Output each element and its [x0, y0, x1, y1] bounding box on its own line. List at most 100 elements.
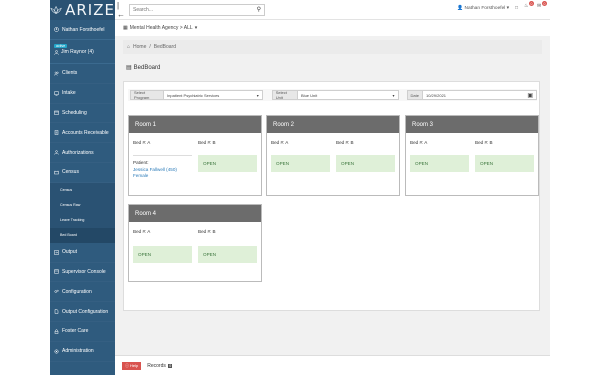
bed-open-status[interactable]: OPEN — [198, 246, 257, 263]
topbar: |← ⚲ 👤 Nathan Forsthoefel ▾ □ ♨ 0 ✉ 0 — [115, 0, 550, 20]
bed-open-status[interactable]: OPEN — [410, 155, 469, 172]
bed-open-status[interactable]: OPEN — [271, 155, 330, 172]
records-tab[interactable]: Records 0 — [147, 362, 173, 369]
date-input[interactable]: 10/29/2021 ▣ — [423, 90, 537, 100]
sidebar-item-clients[interactable]: Clients — [50, 64, 115, 84]
room-card: Room 3 Bed #: A OPEN Bed #: B OPEN — [405, 115, 539, 196]
notifications-button[interactable]: ♨ 0 — [524, 1, 534, 12]
help-button[interactable]: ⓘ Help — [122, 361, 142, 370]
sidebar-item-label: Intake — [62, 90, 76, 97]
sidebar-item-scheduling[interactable]: Scheduling — [50, 104, 115, 124]
bed-slot[interactable]: Bed #: B OPEN — [198, 225, 257, 263]
search-icon[interactable]: ⚲ — [257, 6, 261, 13]
bed-slot[interactable]: Bed #: B OPEN — [475, 136, 534, 172]
date-filter[interactable]: Date 10/29/2021 ▣ — [406, 90, 537, 100]
message-icon: ✉ — [537, 4, 542, 9]
console-icon — [54, 269, 59, 274]
room-name: Room 2 — [273, 121, 295, 128]
breadcrumb-separator: / — [149, 44, 151, 50]
bed-slot[interactable]: Bed #: A OPEN — [271, 136, 330, 172]
sidebar-item-output-configuration[interactable]: Output Configuration — [50, 302, 115, 322]
home-icon: ⌂ — [127, 44, 131, 50]
program-select[interactable]: Inpatient Psychiatric Services ▾ — [164, 90, 263, 100]
building-icon: ▦ — [123, 25, 128, 31]
unit-filter-label: Select Unit — [271, 90, 299, 100]
sidebar-item-authorizations[interactable]: Authorizations — [50, 143, 115, 163]
bed-slot[interactable]: Bed #: A Patient: Jessica Fallwell (450)… — [133, 136, 192, 180]
bed-slot[interactable]: Bed #: B OPEN — [198, 136, 257, 180]
breadcrumb-home[interactable]: Home — [133, 44, 146, 50]
patient-gender: Female — [133, 173, 149, 178]
bed-occupant: Patient: Jessica Fallwell (450) Female — [133, 155, 192, 180]
sidebar-item-foster-care[interactable]: Foster Care — [50, 322, 115, 342]
agency-label: Mental Health Agency > ALL — [129, 25, 193, 31]
sidebar-item-accounts-receivable[interactable]: Accounts Receivable — [50, 123, 115, 144]
sidebar-item-census[interactable]: Census — [50, 163, 115, 183]
sidebar-item-administration[interactable]: Administration — [50, 342, 115, 362]
sidebar-subitem-leave-tracking[interactable]: Leave Tracking — [50, 212, 115, 228]
records-label: Records — [147, 362, 166, 369]
sidebar-subitem-census[interactable]: Census — [50, 182, 115, 198]
bed-slot[interactable]: Bed #: A OPEN — [410, 136, 469, 172]
sidebar-subitem-bed-board[interactable]: Bed Board — [50, 227, 115, 243]
main-content: ▦ Mental Health Agency > ALL ▾ ⌂ Home / … — [115, 20, 550, 375]
user-icon — [54, 49, 59, 55]
sidebar-item-label: Scheduling — [62, 109, 87, 116]
sidebar-subitem-census-raw[interactable]: Census Raw — [50, 197, 115, 213]
person-icon: 👤 — [457, 5, 464, 11]
caret-down-icon: ▾ — [392, 92, 395, 98]
bed-label: Bed #: A — [410, 139, 428, 145]
search-input[interactable] — [133, 6, 257, 13]
bed-slot[interactable]: Bed #: B OPEN — [336, 136, 395, 172]
help-label: Help — [130, 363, 139, 368]
bed-open-status[interactable]: OPEN — [336, 155, 395, 172]
bell-icon: ♨ — [524, 4, 529, 9]
sidebar-item-output[interactable]: Output — [50, 243, 115, 263]
bed-slot[interactable]: Bed #: A OPEN — [133, 225, 192, 263]
breadcrumb: ⌂ Home / BedBoard — [123, 40, 542, 54]
bed-open-status[interactable]: OPEN — [198, 155, 257, 172]
program-filter[interactable]: Select Program Inpatient Psychiatric Ser… — [130, 90, 263, 100]
date-filter-label: Date — [406, 90, 423, 100]
sidebar-item-label: Output — [62, 249, 78, 256]
page-title: ▤ BedBoard — [126, 64, 550, 72]
room-name: Room 4 — [135, 210, 157, 217]
user-menu-name: Nathan Forsthoefel — [464, 5, 506, 11]
unit-filter[interactable]: Select Unit Blue Unit ▾ — [271, 90, 399, 100]
bed-label: Bed #: A — [133, 139, 151, 145]
bed-label: Bed #: B — [198, 139, 216, 145]
sidebar-item-supervisor-console[interactable]: Supervisor Console — [50, 263, 115, 283]
sidebar-collapse-icon[interactable]: |← — [117, 1, 127, 19]
sidebar-user-name: Nathan Forsthoefel — [62, 26, 105, 33]
topbar-right: 👤 Nathan Forsthoefel ▾ □ ♨ 0 ✉ 0 — [457, 1, 547, 12]
clipboard-icon[interactable]: □ — [515, 6, 518, 11]
brand-name: ARIZE — [65, 1, 115, 19]
sidebar-user[interactable]: Nathan Forsthoefel — [50, 20, 115, 40]
unit-select-value: Blue Unit — [301, 92, 318, 98]
room-header: Room 3 — [406, 116, 538, 133]
sidebar-item-label: Accounts Receivable — [62, 129, 109, 136]
bed-label: Bed #: B — [198, 228, 216, 234]
brand[interactable]: ARIZE — [50, 0, 115, 20]
bed-label: Bed #: B — [475, 139, 493, 145]
bed-open-status[interactable]: OPEN — [133, 246, 192, 263]
page-title-text: BedBoard — [133, 64, 161, 71]
sidebar-item-configuration[interactable]: Configuration — [50, 282, 115, 303]
bed-label: Bed #: A — [133, 228, 151, 234]
user-menu[interactable]: 👤 Nathan Forsthoefel ▾ — [457, 6, 509, 11]
output-icon — [54, 249, 59, 255]
breadcrumb-current: BedBoard — [153, 44, 177, 50]
calendar-icon — [54, 110, 59, 116]
agency-selector[interactable]: ▦ Mental Health Agency > ALL ▾ — [115, 20, 550, 36]
document-icon — [54, 130, 59, 136]
sidebar-item-intake[interactable]: Intake — [50, 84, 115, 104]
bed-open-status[interactable]: OPEN — [475, 155, 534, 172]
unit-select[interactable]: Blue Unit ▾ — [298, 90, 399, 100]
calendar-icon[interactable]: ▣ — [527, 92, 533, 99]
bed-icon: ▤ — [126, 65, 132, 71]
file-icon — [54, 309, 59, 314]
sidebar-client[interactable]: active Jim Raynor (4) — [50, 40, 115, 64]
search-box[interactable]: ⚲ — [129, 3, 265, 16]
program-select-value: Inpatient Psychiatric Services — [167, 92, 220, 98]
messages-button[interactable]: ✉ 0 — [537, 1, 547, 12]
